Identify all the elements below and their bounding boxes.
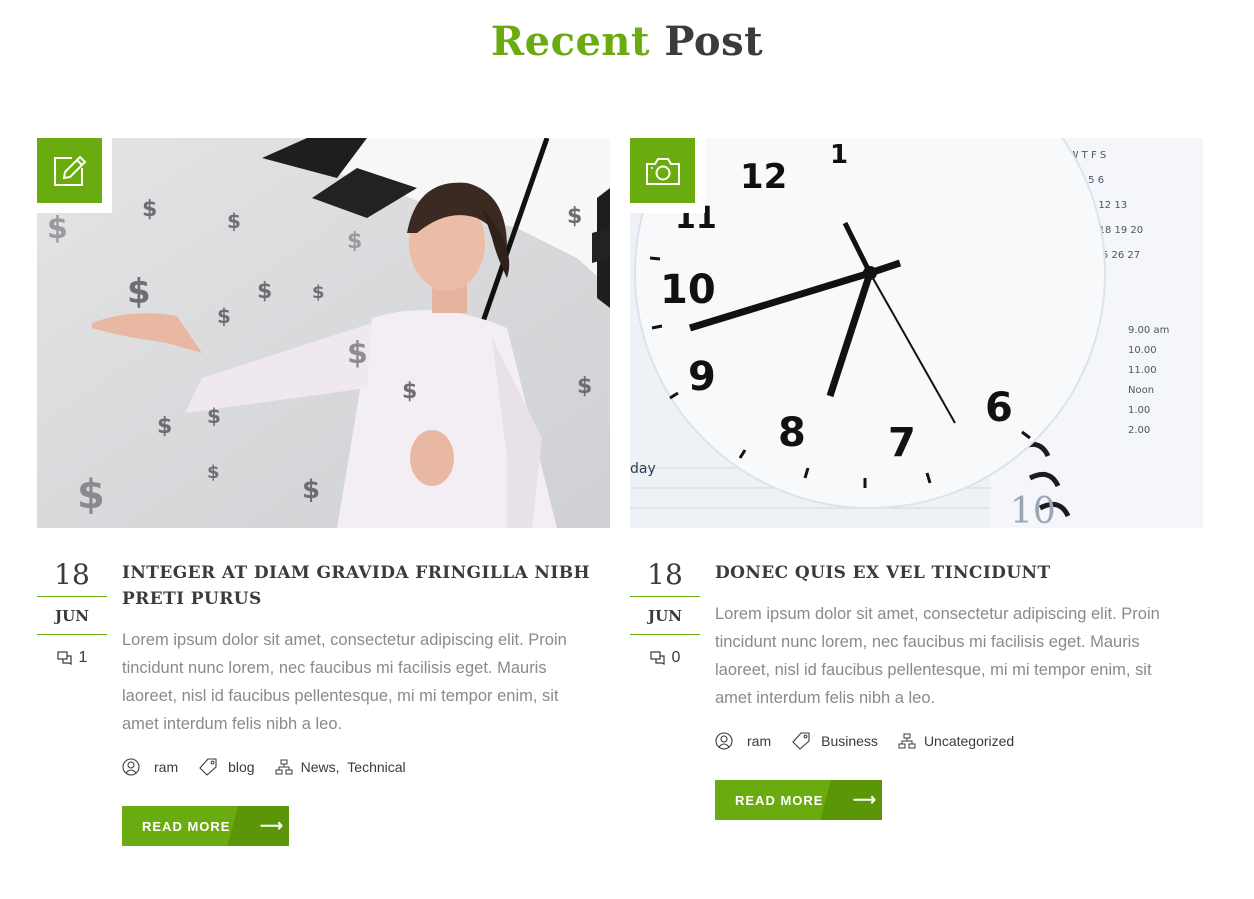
svg-text:8: 8 <box>778 410 806 456</box>
read-more-label: READ MORE <box>142 818 231 834</box>
post-content: DONEC QUIS EX VEL TINCIDUNT Lorem ipsum … <box>715 560 1185 820</box>
post-format-badge <box>37 138 112 213</box>
post-tag-label: blog <box>228 759 255 775</box>
post-excerpt: Lorem ipsum dolor sit amet, consectetur … <box>122 631 567 733</box>
comment-count[interactable]: 1 <box>37 649 107 667</box>
post-author-name: ram <box>154 759 179 775</box>
tag-icon <box>792 732 810 750</box>
arrow-right-icon: ⟶ <box>853 792 877 809</box>
post-categories[interactable]: Uncategorized <box>898 733 1014 749</box>
svg-text:10.00: 10.00 <box>1128 345 1157 356</box>
read-more-button[interactable]: READ MORE ⟶ <box>715 780 882 820</box>
post-meta: ram blog News, Technical <box>122 758 592 776</box>
woman-umbrella-money-image: $ $ $ $ $ $ $ $ $ $ $ $ $ $ $ $ $ <box>37 138 610 528</box>
tag-icon <box>199 758 217 776</box>
category-link[interactable]: Uncategorized <box>924 733 1014 749</box>
section-title-rest: Post <box>664 18 764 65</box>
svg-text:$: $ <box>257 279 272 304</box>
post-meta: ram Business Uncategorized <box>715 732 1185 750</box>
svg-text:1: 1 <box>830 140 848 170</box>
svg-text:9: 9 <box>688 354 716 400</box>
post-card: $ $ $ $ $ $ $ $ $ $ $ $ $ $ $ $ $ 18 JUN… <box>37 138 610 846</box>
svg-text:$: $ <box>47 211 68 246</box>
post-content: INTEGER AT DIAM GRAVIDA FRINGILLA NIBH P… <box>122 560 592 846</box>
post-date: 18 JUN 0 <box>630 556 700 667</box>
post-categories[interactable]: News, Technical <box>275 759 406 775</box>
post-format-badge <box>630 138 705 213</box>
divider <box>37 634 107 635</box>
svg-text:$: $ <box>312 282 325 303</box>
post-author[interactable]: ram <box>715 732 771 750</box>
svg-text:$: $ <box>207 404 221 428</box>
svg-text:10: 10 <box>660 267 716 313</box>
svg-text:6: 6 <box>985 385 1013 431</box>
svg-text:$: $ <box>577 374 592 399</box>
post-author-name: ram <box>747 733 772 749</box>
svg-text:12: 12 <box>740 157 787 197</box>
svg-text:9.00 am: 9.00 am <box>1128 325 1169 336</box>
comment-count-value: 0 <box>671 649 681 666</box>
post-excerpt: Lorem ipsum dolor sit amet, consectetur … <box>715 605 1160 707</box>
post-card: S M T W T F S 1 2 3 4 5 6 7 8 9 10 11 12… <box>630 138 1203 820</box>
svg-text:$: $ <box>347 229 362 254</box>
post-author[interactable]: ram <box>122 758 178 776</box>
svg-text:$: $ <box>127 272 151 312</box>
post-thumbnail[interactable]: S M T W T F S 1 2 3 4 5 6 7 8 9 10 11 12… <box>630 138 1203 528</box>
section-title: Recent Post <box>0 18 1254 65</box>
user-icon <box>122 758 140 776</box>
comment-count[interactable]: 0 <box>630 649 700 667</box>
camera-icon <box>645 157 680 185</box>
svg-text:7: 7 <box>888 420 916 466</box>
post-thumbnail[interactable]: $ $ $ $ $ $ $ $ $ $ $ $ $ $ $ $ $ <box>37 138 610 528</box>
post-tag[interactable]: Business <box>791 732 878 750</box>
sitemap-icon <box>898 733 916 749</box>
svg-text:1.00: 1.00 <box>1128 405 1150 416</box>
svg-text:$: $ <box>302 475 320 505</box>
svg-text:$: $ <box>157 414 172 439</box>
svg-text:$: $ <box>207 462 220 483</box>
pencil-edit-icon <box>53 155 86 186</box>
comment-count-value: 1 <box>78 649 88 666</box>
post-title[interactable]: DONEC QUIS EX VEL TINCIDUNT <box>715 560 1185 586</box>
svg-text:$: $ <box>347 336 368 371</box>
svg-text:day: day <box>630 461 656 477</box>
svg-text:$: $ <box>567 204 582 229</box>
divider <box>630 634 700 635</box>
svg-text:11.00: 11.00 <box>1128 365 1157 376</box>
svg-text:$: $ <box>227 209 241 233</box>
arrow-right-icon: ⟶ <box>260 818 284 835</box>
read-more-label: READ MORE <box>735 792 824 808</box>
svg-text:10: 10 <box>1010 491 1056 528</box>
clock-planner-image: S M T W T F S 1 2 3 4 5 6 7 8 9 10 11 12… <box>630 138 1203 528</box>
post-date: 18 JUN 1 <box>37 556 107 667</box>
section-title-accent: Recent <box>490 18 650 65</box>
svg-text:Noon: Noon <box>1128 385 1154 396</box>
comments-icon <box>56 651 72 665</box>
svg-text:$: $ <box>402 379 417 404</box>
post-date-month: JUN <box>55 607 89 625</box>
post-date-day: 18 <box>54 558 90 591</box>
post-tag[interactable]: blog <box>198 758 255 776</box>
post-date-day: 18 <box>647 558 683 591</box>
comments-icon <box>649 651 665 665</box>
sitemap-icon <box>275 759 293 775</box>
read-more-button[interactable]: READ MORE ⟶ <box>122 806 289 846</box>
svg-text:$: $ <box>77 472 105 518</box>
category-link[interactable]: Technical <box>347 759 405 775</box>
svg-text:2.00: 2.00 <box>1128 425 1150 436</box>
svg-text:$: $ <box>217 304 231 328</box>
post-tag-label: Business <box>821 733 878 749</box>
user-icon <box>715 732 733 750</box>
svg-text:$: $ <box>142 197 157 222</box>
category-link[interactable]: News <box>301 759 336 775</box>
post-date-month: JUN <box>648 607 682 625</box>
post-title[interactable]: INTEGER AT DIAM GRAVIDA FRINGILLA NIBH P… <box>122 560 592 612</box>
category-separator: , <box>335 759 348 775</box>
